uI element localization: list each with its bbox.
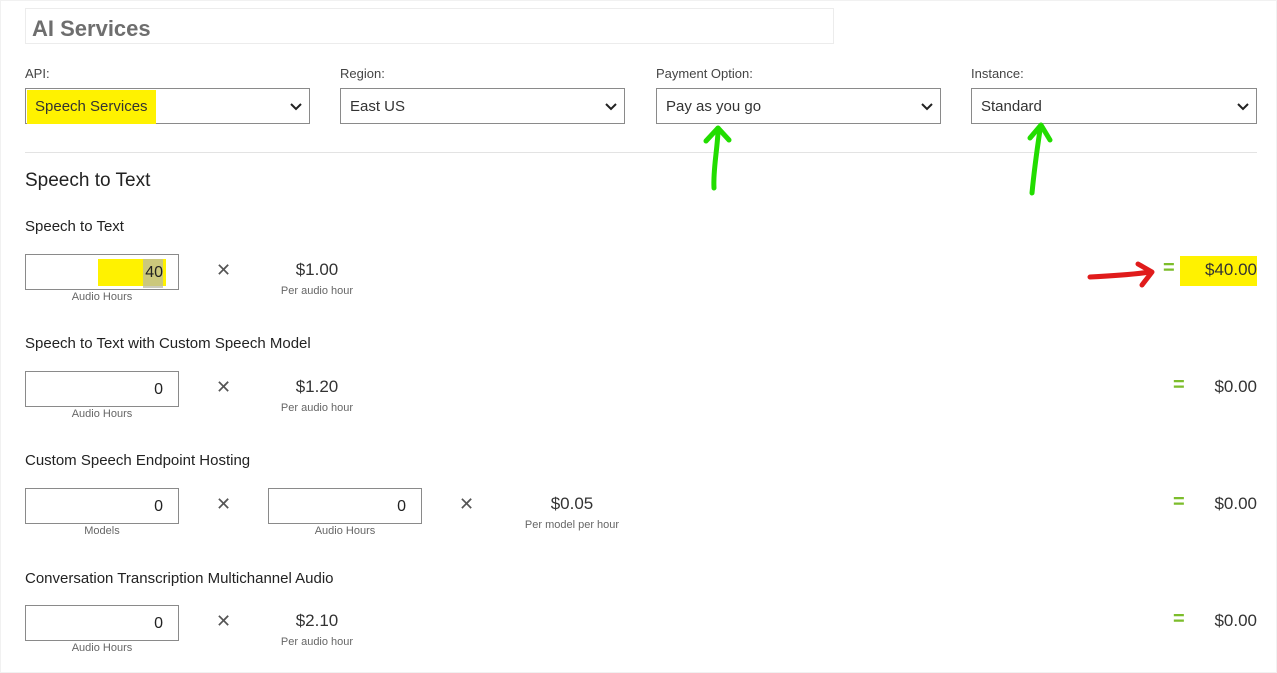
red-arrow-right-icon xyxy=(1087,261,1155,288)
green-arrow-up-icon xyxy=(1027,122,1053,196)
annotation-layer xyxy=(703,122,1155,288)
green-arrow-up-icon xyxy=(703,125,732,191)
